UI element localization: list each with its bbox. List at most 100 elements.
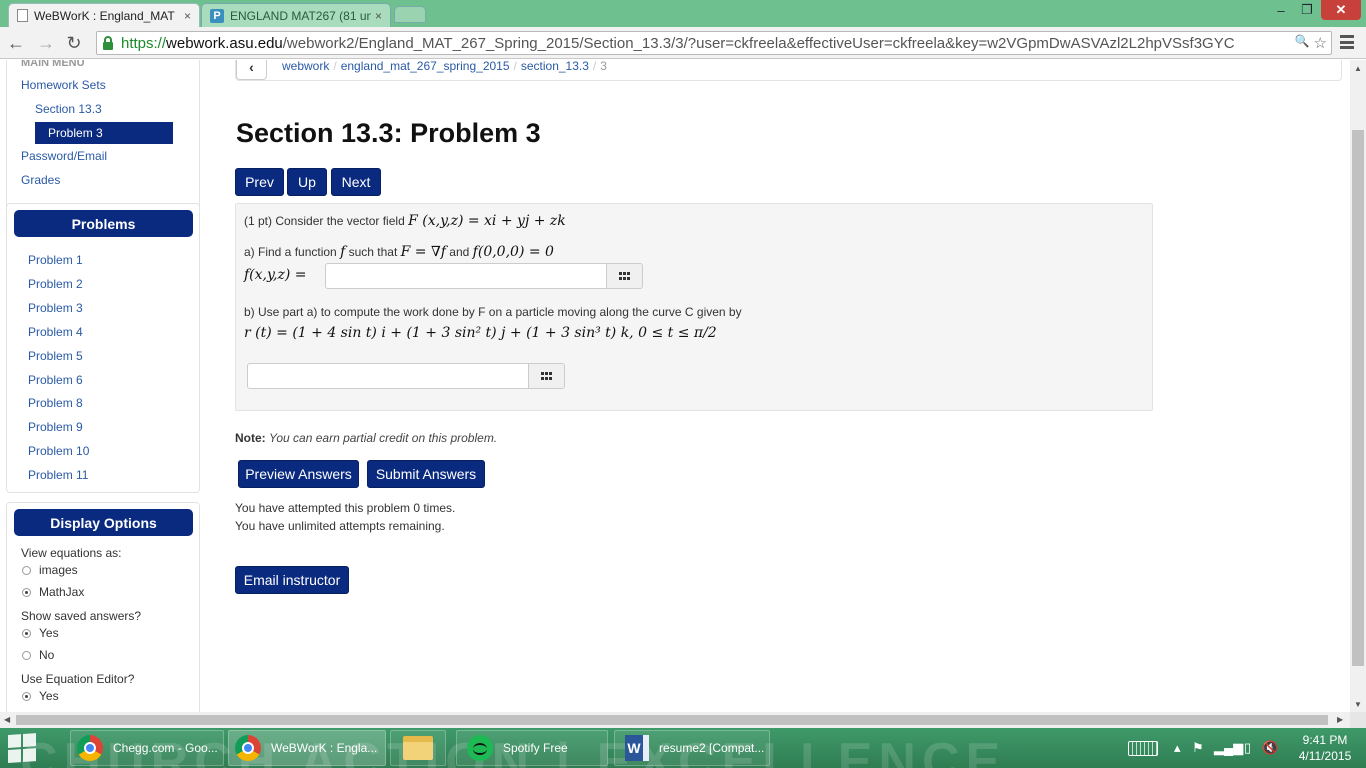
address-bar[interactable]: https://webwork.asu.edu/webwork2/England… xyxy=(96,31,1332,55)
main-menu-label: MAIN MENU xyxy=(21,60,85,69)
images-radio[interactable] xyxy=(22,566,31,575)
display-options-header: Display Options xyxy=(14,509,193,536)
problem-link[interactable]: Problem 10 xyxy=(28,444,89,458)
part-a-lead: a) Find a function xyxy=(244,245,337,259)
prev-button[interactable]: Prev xyxy=(235,168,284,196)
vector-field-math: F (x,y,z) = xi + yj + zk xyxy=(408,213,566,229)
problem-link[interactable]: Problem 8 xyxy=(28,396,83,410)
problem-link[interactable]: Problem 1 xyxy=(28,253,83,267)
email-instructor-button[interactable]: Email instructor xyxy=(235,566,349,594)
scroll-left-icon[interactable]: ◀ xyxy=(4,715,10,724)
taskbar-item-label: WeBWorK : Engla... xyxy=(271,741,378,755)
horizontal-scrollbar[interactable]: ◀ ▶ xyxy=(0,712,1350,728)
note-text: You can earn partial credit on this prob… xyxy=(269,431,498,445)
password-email-link[interactable]: Password/Email xyxy=(21,149,107,163)
and-text: and xyxy=(449,245,470,259)
url-text[interactable]: https://webwork.asu.edu/webwork2/England… xyxy=(121,35,1295,52)
volume-muted-icon[interactable]: 🔇 xyxy=(1262,740,1278,756)
equation-editor-button-a[interactable] xyxy=(606,263,643,289)
preview-answers-button[interactable]: Preview Answers xyxy=(238,460,359,488)
close-window-button[interactable]: ✕ xyxy=(1321,0,1361,20)
taskbar-item-spotify[interactable]: Spotify Free xyxy=(456,730,608,766)
windows-start-icon[interactable] xyxy=(8,733,38,764)
breadcrumb-link[interactable]: webwork xyxy=(282,60,329,73)
breadcrumb-link[interactable]: england_mat_267_spring_2015 xyxy=(341,60,510,73)
scroll-right-icon[interactable]: ▶ xyxy=(1337,715,1343,724)
problem-link[interactable]: Problem 11 xyxy=(28,468,88,482)
keyboard-icon[interactable] xyxy=(1128,741,1158,756)
reload-icon[interactable]: ↻ xyxy=(62,31,86,55)
show-saved-yes-radio[interactable] xyxy=(22,629,31,638)
breadcrumb-link[interactable]: section_13.3 xyxy=(521,60,589,73)
submit-answers-button[interactable]: Submit Answers xyxy=(367,460,485,488)
homework-sets-link[interactable]: Homework Sets xyxy=(21,78,106,92)
answer-b-input[interactable] xyxy=(247,363,529,389)
problem-link[interactable]: Problem 5 xyxy=(28,349,83,363)
new-tab-button[interactable] xyxy=(394,6,426,23)
problem-link[interactable]: Problem 3 xyxy=(28,301,83,315)
vertical-scrollbar[interactable]: ▲ ▼ xyxy=(1350,60,1366,712)
scroll-down-icon[interactable]: ▼ xyxy=(1354,700,1362,709)
next-button[interactable]: Next xyxy=(331,168,381,196)
scroll-up-icon[interactable]: ▲ xyxy=(1354,64,1362,73)
battery-icon[interactable]: ▯ xyxy=(1244,740,1251,756)
show-saved-no-radio[interactable] xyxy=(22,651,31,660)
maximize-button[interactable]: ❐ xyxy=(1294,0,1320,20)
taskbar-item-file-explorer[interactable] xyxy=(390,730,446,766)
star-icon[interactable]: ☆ xyxy=(1314,34,1327,52)
taskbar-item-chegg[interactable]: Chegg.com - Goo... xyxy=(70,730,224,766)
show-saved-yes-label: Yes xyxy=(39,626,59,640)
search-icon[interactable]: 🔍 xyxy=(1295,34,1310,52)
mathjax-radio[interactable] xyxy=(22,588,31,597)
answer-a-label: f(x,y,z) = xyxy=(244,267,307,283)
document-icon xyxy=(17,9,28,22)
use-editor-yes-radio[interactable] xyxy=(22,692,31,701)
answer-a-input[interactable] xyxy=(325,263,607,289)
word-icon: W xyxy=(625,735,649,761)
problem-link[interactable]: Problem 4 xyxy=(28,325,83,339)
tab-title: ENGLAND MAT267 (81 un xyxy=(230,8,371,23)
minimize-button[interactable]: – xyxy=(1268,0,1294,20)
clock-date: 4/11/2015 xyxy=(1298,749,1352,763)
tab-strip: WeBWorK : England_MAT × P ENGLAND MAT267… xyxy=(0,0,1366,27)
vertical-scroll-thumb[interactable] xyxy=(1352,130,1364,666)
up-button[interactable]: Up xyxy=(287,168,327,196)
attempts-text: You have attempted this problem 0 times. xyxy=(235,501,456,515)
breadcrumb-back-button[interactable]: ‹ xyxy=(236,60,267,80)
equation-editor-button-b[interactable] xyxy=(528,363,565,389)
taskbar-item-word[interactable]: W resume2 [Compat... xyxy=(614,730,770,766)
problem-link[interactable]: Problem 6 xyxy=(28,373,83,387)
taskbar: CHURCH ACTION | EXCELLENCE Chegg.com - G… xyxy=(0,728,1366,768)
forward-arrow-icon[interactable]: → xyxy=(34,31,58,55)
horizontal-scroll-thumb[interactable] xyxy=(16,715,1328,725)
taskbar-item-webwork[interactable]: WeBWorK : Engla... xyxy=(228,730,386,766)
close-tab-icon[interactable]: × xyxy=(184,9,191,23)
problem-link[interactable]: Problem 9 xyxy=(28,420,83,434)
back-arrow-icon[interactable]: ← xyxy=(4,31,28,55)
network-signal-icon[interactable]: ▂▄▆ xyxy=(1214,740,1243,756)
use-editor-label: Use Equation Editor? xyxy=(21,672,135,686)
problems-header: Problems xyxy=(14,210,193,237)
remaining-text: You have unlimited attempts remaining. xyxy=(235,519,445,533)
grid-icon xyxy=(541,372,552,380)
tab-webwork[interactable]: WeBWorK : England_MAT × xyxy=(8,3,200,27)
chrome-menu-icon[interactable] xyxy=(1340,35,1354,49)
taskbar-clock[interactable]: 9:41 PM 4/11/2015 xyxy=(1290,732,1360,764)
action-center-icon[interactable]: ⚑ xyxy=(1192,740,1204,756)
folder-icon xyxy=(403,736,433,760)
url-scheme: https:// xyxy=(121,34,167,52)
view-equations-label: View equations as: xyxy=(21,546,122,560)
clock-time: 9:41 PM xyxy=(1302,733,1348,747)
close-tab-icon[interactable]: × xyxy=(375,9,382,23)
taskbar-item-label: Chegg.com - Goo... xyxy=(113,741,218,755)
taskbar-item-label: Spotify Free xyxy=(503,741,568,755)
problem-box: (1 pt) Consider the vector field F (x,y,… xyxy=(235,203,1153,411)
lock-icon xyxy=(103,35,113,50)
show-hidden-icons-icon[interactable]: ▴ xyxy=(1174,740,1181,756)
active-problem-link[interactable]: Problem 3 xyxy=(35,122,173,144)
grades-link[interactable]: Grades xyxy=(21,173,60,187)
problem-link[interactable]: Problem 2 xyxy=(28,277,83,291)
section-link[interactable]: Section 13.3 xyxy=(35,102,102,116)
tab-england-mat267[interactable]: P ENGLAND MAT267 (81 un × xyxy=(201,3,391,27)
breadcrumb-separator: / xyxy=(333,60,337,73)
